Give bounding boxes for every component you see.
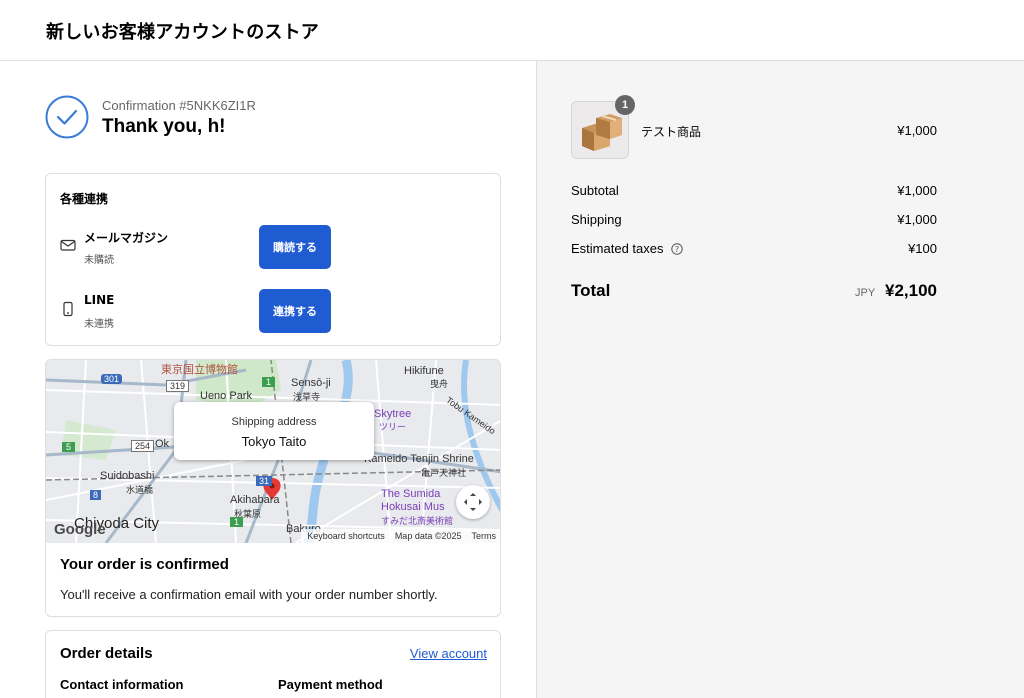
total-value: ¥2,100 (885, 281, 937, 300)
payment-method-heading: Payment method (278, 677, 383, 692)
map-label: 亀戸天神社 (421, 468, 467, 478)
mail-icon (60, 239, 76, 251)
total-currency: JPY (855, 287, 876, 299)
order-confirmed-subtitle: You'll receive a confirmation email with… (60, 587, 438, 602)
map-label: Hokusai Mus (381, 501, 445, 513)
google-logo: Google (54, 521, 106, 538)
map-label: Ueno Park (200, 390, 252, 402)
map-label: Sensō-ji (291, 377, 331, 389)
product-name: テスト商品 (641, 125, 702, 139)
integration-name: LINE (84, 293, 115, 307)
confirmation-number: Confirmation #5NKK6ZI1R (102, 98, 256, 113)
subtotal-row: Subtotal ¥1,000 (571, 183, 937, 201)
header: 新しいお客様アカウントのストア (0, 0, 1024, 61)
route-shield: 319 (166, 380, 190, 392)
phone-icon (63, 301, 73, 317)
map-label: Skytree (374, 408, 412, 420)
map-label: 水道橋 (126, 485, 154, 495)
map-label: Suidobashi (100, 470, 155, 482)
map-label: Ok (155, 438, 170, 450)
keyboard-shortcuts-link[interactable]: Keyboard shortcuts (307, 531, 385, 541)
map-label: すみだ北斎美術館 (381, 516, 454, 526)
shipping-address-city: Tokyo Taito (241, 434, 307, 449)
taxes-row: Estimated taxes ? ¥100 (571, 241, 937, 259)
check-circle-icon (45, 95, 89, 139)
integrations-card: 各種連携 メールマガジン 未購読 購読する LINE 未連携 連携する (45, 173, 501, 346)
route-shield: 301 (101, 374, 123, 384)
help-icon[interactable]: ? (671, 243, 683, 255)
taxes-value: ¥100 (908, 241, 937, 256)
shipping-row: Shipping ¥1,000 (571, 212, 937, 230)
shipping-address-popup: Shipping address Tokyo Taito (174, 402, 374, 460)
route-shield: 1 (262, 377, 276, 387)
shipping-address-label: Shipping address (231, 416, 317, 428)
route-shield: 254 (131, 440, 155, 452)
order-confirmed-title: Your order is confirmed (60, 556, 229, 573)
product-price: ¥1,000 (897, 123, 937, 138)
integration-row-mail: メールマガジン 未購読 購読する (60, 225, 490, 271)
map-label: 東京国立博物館 (161, 364, 238, 376)
integration-status: 未連携 (84, 319, 114, 330)
route-shield: 31 (256, 476, 273, 486)
route-shield: 8 (90, 490, 102, 500)
route-shield: 5 (62, 442, 76, 452)
map-data-attribution: Map data ©2025 (394, 531, 462, 541)
order-details-card: Order details View account Contact infor… (45, 630, 501, 698)
move-arrows-icon (464, 493, 482, 511)
quantity-badge: 1 (615, 95, 635, 115)
connect-button[interactable]: 連携する (259, 289, 331, 333)
subtotal-value: ¥1,000 (897, 183, 937, 198)
svg-text:?: ? (675, 245, 679, 254)
integration-name: メールマガジン (84, 231, 169, 245)
map-label: 曳舟 (430, 379, 449, 389)
map-label: Akihabara (230, 494, 280, 506)
taxes-label: Estimated taxes (571, 241, 664, 256)
map-card: 東京国立博物館 Ueno Park Sensō-ji 浅草寺 Hikifune … (45, 359, 501, 617)
map-label: Kameido Tenjin Shrine (364, 453, 474, 465)
map-label: Hikifune (404, 365, 444, 377)
order-details-title: Order details (60, 645, 153, 662)
map-label: The Sumida (381, 488, 441, 500)
terms-link[interactable]: Terms (472, 531, 497, 541)
recenter-button[interactable] (456, 485, 490, 519)
subtotal-label: Subtotal (571, 183, 619, 198)
integrations-title: 各種連携 (60, 192, 109, 206)
thank-you-heading: Thank you, h! (102, 116, 226, 137)
route-shield: 1 (230, 517, 244, 527)
view-account-link[interactable]: View account (410, 646, 487, 661)
map-label: ツリー (379, 422, 407, 432)
map[interactable]: 東京国立博物館 Ueno Park Sensō-ji 浅草寺 Hikifune … (46, 360, 500, 543)
integration-row-line: LINE 未連携 連携する (60, 289, 490, 335)
store-name[interactable]: 新しいお客様アカウントのストア (46, 18, 319, 44)
shipping-label: Shipping (571, 212, 622, 227)
taxes-label-wrap: Estimated taxes ? (571, 241, 683, 256)
subscribe-button[interactable]: 購読する (259, 225, 331, 269)
shipping-value: ¥1,000 (897, 212, 937, 227)
contact-information-heading: Contact information (60, 677, 184, 692)
total-label: Total (571, 281, 611, 300)
integration-status: 未購読 (84, 255, 114, 266)
map-footer: Keyboard shortcuts Map data ©2025 Terms (301, 529, 500, 543)
